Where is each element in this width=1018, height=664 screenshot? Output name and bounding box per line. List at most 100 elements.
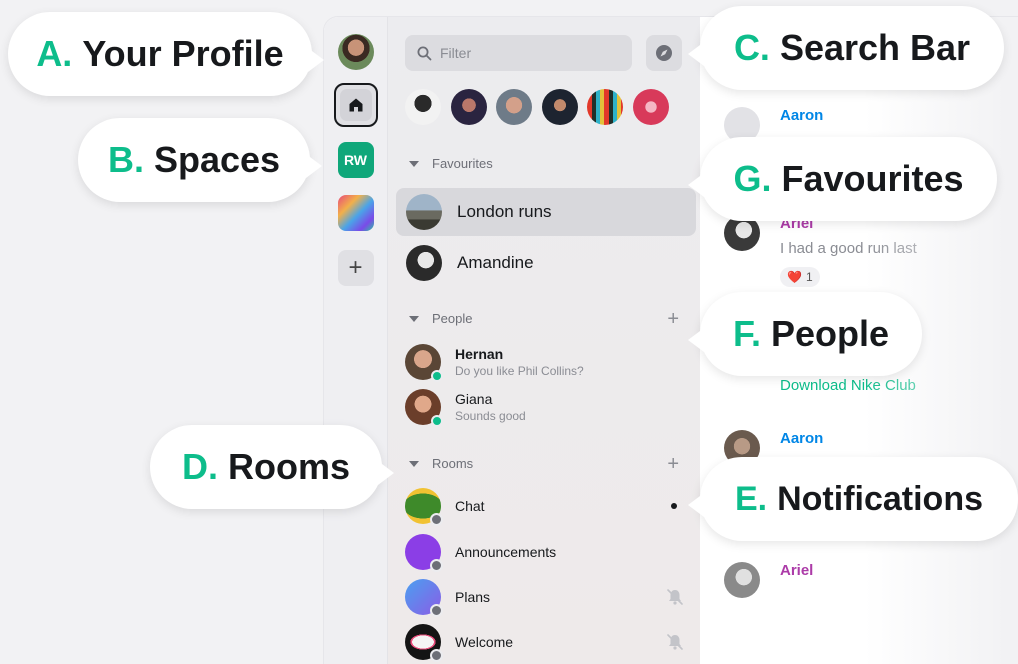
callout-favourites: G. Favourites (688, 137, 997, 221)
user-avatar (405, 344, 443, 382)
favourite-item-amandine[interactable]: Amandine (396, 239, 696, 287)
recent-avatar[interactable] (632, 89, 669, 125)
callout-letter: G. (733, 158, 772, 199)
callout-text: Rooms (227, 446, 350, 487)
person-name: Giana (455, 391, 493, 407)
callout-tail (688, 493, 704, 517)
room-item-welcome[interactable]: Welcome (405, 624, 685, 662)
callout-text: Your Profile (82, 33, 284, 74)
room-item-plans[interactable]: Plans (405, 579, 685, 617)
favourites-header-label: Favourites (432, 156, 493, 171)
user-avatar (406, 245, 442, 281)
message-sender: Ariel (780, 562, 814, 579)
room-label: Chat (455, 498, 485, 514)
add-person-icon[interactable]: + (667, 309, 679, 329)
callout-letter: A. (36, 33, 73, 74)
timeline-message: Ariel (724, 562, 813, 598)
recent-rooms (405, 89, 678, 125)
callout-text: Spaces (153, 139, 281, 180)
notification-dot-icon (671, 503, 677, 509)
callout-letter: F. (732, 313, 761, 354)
online-presence-icon (431, 370, 443, 382)
person-item-giana[interactable]: Giana Sounds good (405, 389, 526, 427)
callout-letter: E. (734, 479, 768, 518)
person-preview: Sounds good (455, 409, 526, 423)
home-space-button[interactable] (333, 83, 378, 127)
callout-search-bar: C. Search Bar (688, 6, 1004, 90)
callout-tail (308, 48, 324, 72)
compass-icon (656, 45, 672, 61)
callout-letter: C. (733, 27, 770, 68)
callout-text: Favourites (781, 158, 964, 199)
recent-avatar[interactable] (541, 89, 578, 125)
bell-muted-icon[interactable] (665, 587, 685, 607)
user-avatar (724, 562, 760, 598)
room-list: Filter Favourites London runs Amandine P… (388, 17, 700, 664)
callout-letter: D. (181, 446, 218, 487)
callout-letter: B. (107, 139, 144, 180)
space-rw[interactable]: RW (337, 142, 374, 178)
person-item-hernan[interactable]: Hernan Do you like Phil Collins? (405, 344, 584, 382)
favourite-item-london-runs[interactable]: London runs (396, 188, 696, 236)
search-placeholder: Filter (440, 45, 472, 61)
trend-chart-icon (405, 579, 443, 617)
rooms-header[interactable]: Rooms + (409, 454, 679, 474)
people-header-label: People (432, 311, 473, 326)
room-label: Welcome (455, 634, 514, 650)
person-name: Hernan (455, 346, 504, 362)
caret-down-icon (409, 460, 419, 467)
caret-down-icon (409, 160, 419, 167)
user-avatar[interactable] (337, 34, 374, 70)
room-item-announcements[interactable]: Announcements (405, 534, 685, 572)
callout-text: People (770, 313, 890, 354)
reaction-pill[interactable]: ❤️ 1 (780, 267, 820, 287)
caret-down-icon (409, 315, 419, 322)
bell-muted-icon[interactable] (665, 632, 685, 652)
search-input[interactable]: Filter (405, 35, 632, 71)
rooms-header-label: Rooms (432, 456, 474, 471)
home-icon (349, 98, 362, 112)
megaphone-icon (405, 534, 443, 572)
recent-avatar[interactable] (496, 89, 532, 125)
chat-room-icon (405, 488, 443, 526)
explore-rooms-button[interactable] (646, 35, 682, 71)
recent-avatar[interactable] (450, 89, 487, 125)
room-label: Plans (455, 589, 491, 605)
public-room-icon (430, 513, 443, 526)
spaces-bar: RW + (324, 17, 388, 664)
reaction-count: 1 (805, 270, 813, 284)
callout-spaces: B. Spaces (78, 118, 322, 202)
callout-text: Search Bar (779, 27, 971, 68)
add-space-button[interactable]: + (337, 250, 374, 286)
favourite-label: London runs (457, 202, 552, 221)
online-presence-icon (431, 415, 443, 427)
callout-tail (306, 154, 322, 178)
callout-notifications: E. Notifications (688, 457, 1018, 541)
callout-people: F. People (688, 292, 922, 376)
add-room-icon[interactable]: + (667, 454, 679, 474)
room-label: Announcements (455, 544, 557, 560)
space-art[interactable] (337, 195, 374, 231)
room-avatar (406, 194, 442, 230)
callout-tail (688, 328, 704, 352)
room-item-chat[interactable]: Chat (405, 488, 685, 526)
person-preview: Do you like Phil Collins? (455, 364, 584, 378)
public-room-icon (430, 559, 443, 572)
recent-avatar[interactable] (405, 89, 441, 125)
people-header[interactable]: People + (409, 309, 679, 329)
callout-your-profile: A. Your Profile (8, 12, 324, 96)
recent-avatar[interactable] (587, 89, 623, 125)
heart-icon: ❤️ (787, 270, 802, 284)
callout-tail (378, 461, 394, 485)
callout-tail (688, 173, 704, 197)
callout-rooms: D. Rooms (150, 425, 394, 509)
welcome-room-icon (405, 624, 443, 662)
user-avatar (405, 389, 443, 427)
public-room-icon (430, 604, 443, 617)
public-room-icon (430, 649, 443, 662)
search-icon (417, 46, 432, 60)
favourite-label: Amandine (457, 253, 534, 272)
callout-text: Notifications (777, 479, 984, 518)
callout-tail (688, 42, 704, 66)
favourites-header[interactable]: Favourites (409, 156, 679, 171)
